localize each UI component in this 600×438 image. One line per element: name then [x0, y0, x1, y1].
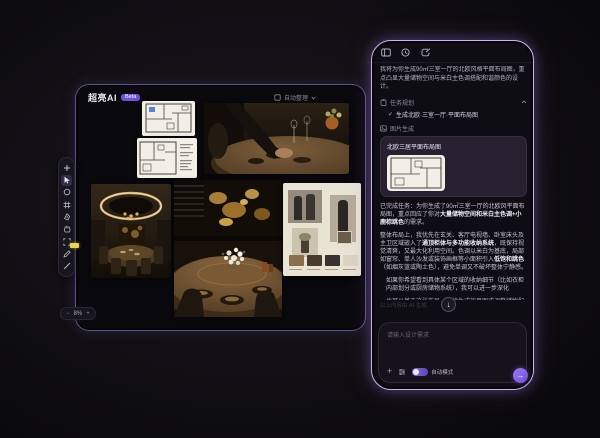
zoom-control: − 8% +: [60, 307, 96, 320]
cursor-tool-icon[interactable]: [61, 175, 72, 186]
generation-card[interactable]: 北欧三居平面布局图: [380, 136, 527, 197]
moodboard-caption: [325, 269, 338, 270]
zoom-in-button[interactable]: +: [86, 311, 90, 317]
toggle-switch[interactable]: [412, 368, 428, 376]
canvas-app-window: 超亮AI Beta 自动整理: [75, 84, 366, 331]
beta-badge: Beta: [121, 94, 140, 102]
task-plan-section-header[interactable]: 任务规划: [380, 98, 527, 107]
moodboard-swatch-3: [325, 255, 340, 266]
input-toolbar: + 自动模式: [387, 367, 520, 376]
ai-disclaimer-text: 以上内容由 AI 生成: [380, 301, 427, 309]
sidebar-toggle-icon[interactable]: [380, 47, 391, 58]
moodboard-swatch-2: [307, 255, 322, 266]
canvas-image-floorplan-2[interactable]: [137, 138, 197, 178]
desktop-background: 超亮AI Beta 自动整理: [0, 0, 600, 438]
canvas-image-moodboard[interactable]: [283, 183, 361, 276]
canvas-image-dining-room[interactable]: [91, 184, 171, 278]
moodboard-photo-small: [337, 231, 352, 244]
auto-mode-toggle[interactable]: 自动模式: [412, 368, 453, 376]
chevron-up-icon[interactable]: [521, 100, 527, 104]
task-plan-title: 任务规划: [390, 98, 414, 107]
history-icon[interactable]: [400, 47, 411, 58]
hand-tool-icon[interactable]: [61, 224, 72, 235]
shape-tool-icon[interactable]: [61, 187, 72, 198]
canvas-image-floorplan-1[interactable]: [142, 101, 195, 136]
clipboard-icon: [380, 99, 387, 106]
canvas-toolbar: [58, 157, 75, 277]
generated-floorplan-thumbnail[interactable]: [387, 155, 445, 191]
pen-tool-icon[interactable]: [61, 211, 72, 222]
assistant-panel: 我将为你生成90㎡三室一厅的北欧风格平面布局图，重点凸显大量储物空间与米白主色调…: [371, 40, 534, 390]
check-icon: ✓: [388, 111, 393, 118]
board-menu-label: 自动整理: [284, 93, 308, 102]
canvas-image-dining-closeup[interactable]: [174, 180, 282, 317]
moodboard-caption: [343, 269, 356, 270]
app-logo-text: 超亮AI: [88, 91, 117, 104]
assistant-intro-message: 我将为你生成90㎡三室一厅的北欧风格平面布局图，重点凸显大量储物空间与米白主色调…: [380, 66, 527, 92]
zoom-out-button[interactable]: −: [66, 311, 70, 317]
add-tool-icon[interactable]: [61, 162, 72, 173]
moodboard-photo-flowers: [292, 228, 318, 257]
frame-tool-icon[interactable]: [61, 199, 72, 210]
settings-sliders-icon[interactable]: [398, 368, 406, 376]
assistant-topbar: [380, 47, 431, 58]
scroll-to-bottom-button[interactable]: ↓: [441, 297, 456, 312]
image-icon: [380, 125, 387, 132]
toggle-knob: [413, 369, 419, 375]
moodboard-swatch-4: [343, 255, 358, 266]
chat-scroll-area[interactable]: 我将为你生成90㎡三室一厅的北欧风格平面布局图，重点凸显大量储物空间与米白主色调…: [380, 66, 527, 300]
prompt-input-box[interactable]: 请输入设计需求 + 自动模式 →: [378, 322, 527, 383]
topbar-divider: [372, 62, 533, 63]
moodboard-swatch-1: [289, 255, 304, 266]
image-gen-title: 图片生成: [390, 124, 414, 133]
send-button[interactable]: →: [513, 368, 528, 383]
task-item-label: 生成北欧·三室一厅·平面布局图: [396, 110, 478, 119]
moodboard-caption: [307, 269, 320, 270]
toolbar-new-badge: [70, 243, 79, 248]
canvas-image-dining-table-hand[interactable]: [204, 103, 349, 174]
app-logo: 超亮AI Beta: [88, 91, 140, 104]
prompt-placeholder: 请输入设计需求: [387, 330, 518, 339]
down-arrow-icon: ↓: [447, 301, 451, 309]
image-gen-section-header[interactable]: 图片生成: [380, 124, 527, 133]
moodboard-photo-figures: [288, 190, 322, 223]
attach-plus-button[interactable]: +: [387, 367, 392, 376]
result-paragraph-2: 整体布局上，我优先在玄关、客厅电视墙、卧室床头及主卫区域嵌入了通顶柜体与多功能收…: [380, 232, 527, 272]
auto-mode-label: 自动模式: [431, 368, 453, 376]
board-menu-dropdown[interactable]: 自动整理: [274, 93, 316, 102]
moodboard-caption: [289, 269, 302, 270]
task-item[interactable]: ✓ 生成北欧·三室一厅·平面布局图: [388, 110, 527, 119]
new-chat-icon[interactable]: [420, 47, 431, 58]
pencil-tool-icon[interactable]: [61, 248, 72, 259]
send-arrow-icon: →: [517, 371, 525, 380]
measure-tool-icon[interactable]: [61, 261, 72, 272]
result-paragraph-4: 也可以基于这张布局，继续生成效果图或调整储物配置: [386, 298, 527, 301]
board-icon: [274, 94, 281, 101]
result-paragraph-1: 已完成任务：为你生成了90㎡三室一厅的北欧风平面布局图，重点回应了你对大量储物空…: [380, 203, 527, 227]
generation-card-title: 北欧三居平面布局图: [387, 142, 520, 151]
chevron-down-icon: [311, 96, 316, 100]
result-paragraph-3: 如果你希望看到具体某个区域的收纳细节（比如衣柜内部划分或厨房储物系统），我可以进…: [386, 277, 527, 293]
zoom-level-value: 8%: [74, 311, 83, 317]
